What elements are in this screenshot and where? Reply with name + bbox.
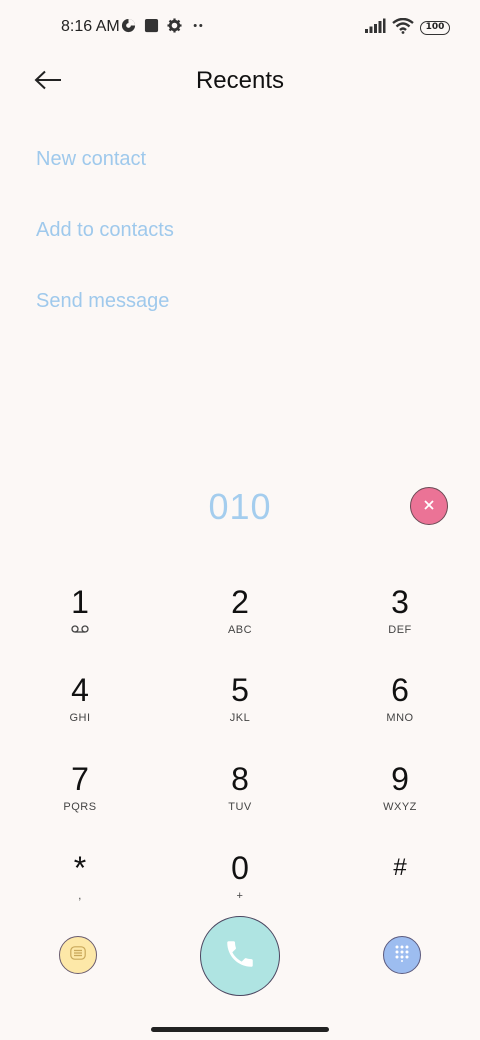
key-8[interactable]: 8 TUV bbox=[180, 759, 300, 839]
key-digit: 6 bbox=[391, 672, 409, 708]
key-digit: 8 bbox=[231, 761, 249, 797]
key-9[interactable]: 9 WXYZ bbox=[340, 759, 460, 839]
more-dots-icon bbox=[190, 18, 206, 38]
key-letters: PQRS bbox=[63, 801, 97, 813]
clear-number-button[interactable] bbox=[410, 487, 448, 525]
call-button[interactable] bbox=[200, 916, 280, 996]
key-digit: 0 bbox=[231, 850, 249, 886]
data-saver-icon bbox=[121, 18, 136, 38]
key-digit: 2 bbox=[231, 584, 249, 620]
dialpad-icon bbox=[394, 944, 410, 967]
key-letters: JKL bbox=[229, 712, 251, 724]
key-letters: + bbox=[236, 890, 244, 902]
home-indicator[interactable] bbox=[151, 1027, 329, 1032]
status-bar: 8:16 AM 100 bbox=[0, 0, 480, 56]
bottom-bar bbox=[0, 914, 480, 998]
key-digit: 4 bbox=[71, 672, 89, 708]
key-7[interactable]: 7 PQRS bbox=[20, 759, 140, 839]
key-digit: * bbox=[73, 850, 87, 886]
settings-gear-icon bbox=[167, 18, 182, 38]
square-icon bbox=[144, 18, 159, 38]
key-5[interactable]: 5 JKL bbox=[180, 670, 300, 750]
battery-icon: 100 bbox=[420, 21, 450, 35]
key-letters: , bbox=[78, 890, 82, 902]
key-4[interactable]: 4 GHI bbox=[20, 670, 140, 750]
key-letters: GHI bbox=[69, 712, 91, 724]
phone-icon bbox=[223, 937, 257, 976]
key-letters bbox=[340, 890, 460, 904]
key-digit: 5 bbox=[231, 672, 249, 708]
status-time: 8:16 AM bbox=[61, 18, 120, 35]
key-letters: TUV bbox=[228, 801, 252, 813]
key-digit: 9 bbox=[391, 761, 409, 797]
add-to-contacts-button[interactable]: Add to contacts bbox=[36, 219, 174, 242]
dialed-number: 010 bbox=[208, 486, 272, 527]
send-message-button[interactable]: Send message bbox=[36, 290, 169, 313]
key-3[interactable]: 3 DEF bbox=[340, 582, 460, 662]
status-right-icons: 100 bbox=[364, 17, 450, 39]
close-icon bbox=[424, 497, 434, 515]
menu-button[interactable] bbox=[59, 936, 97, 974]
key-2[interactable]: 2 ABC bbox=[180, 582, 300, 662]
key-digit: # bbox=[393, 854, 407, 881]
key-digit: 3 bbox=[391, 584, 409, 620]
key-6[interactable]: 6 MNO bbox=[340, 670, 460, 750]
key-letters: WXYZ bbox=[383, 801, 417, 813]
key-digit: 7 bbox=[71, 761, 89, 797]
key-letters: MNO bbox=[386, 712, 414, 724]
signal-icon bbox=[364, 18, 386, 39]
key-digit: 1 bbox=[71, 584, 89, 620]
header: Recents bbox=[0, 56, 480, 108]
voicemail-icon bbox=[20, 624, 140, 638]
new-contact-button[interactable]: New contact bbox=[36, 148, 146, 171]
page-title: Recents bbox=[195, 67, 285, 94]
status-left-icons bbox=[121, 18, 206, 38]
key-letters: DEF bbox=[388, 624, 412, 636]
key-1[interactable]: 1 bbox=[20, 582, 140, 662]
wifi-icon bbox=[392, 17, 414, 39]
key-letters: ABC bbox=[227, 624, 253, 636]
menu-icon bbox=[70, 945, 86, 965]
dialpad-toggle-button[interactable] bbox=[383, 936, 421, 974]
